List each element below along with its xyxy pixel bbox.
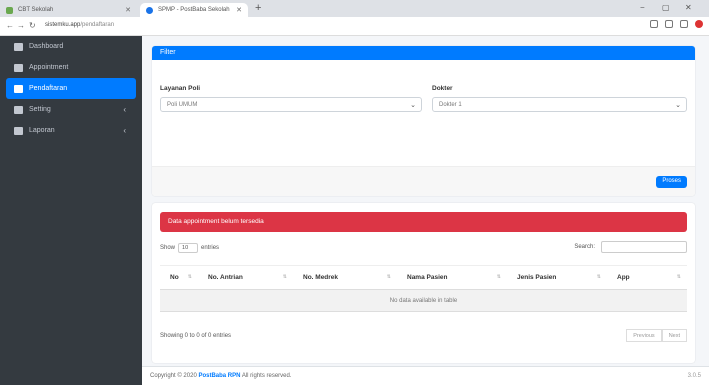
bookmark-icon[interactable] xyxy=(650,20,658,28)
sort-icon: ⇅ xyxy=(596,274,601,280)
empty-table-text: No data available in table xyxy=(160,289,687,312)
sidebar-item-label: Pendaftaran xyxy=(29,85,68,92)
new-tab-button[interactable]: + xyxy=(255,2,261,14)
document-icon xyxy=(14,63,23,72)
search-input[interactable] xyxy=(601,241,687,253)
close-window-icon[interactable]: ✕ xyxy=(685,3,692,12)
settings-icon xyxy=(14,105,23,114)
entries-select[interactable]: 10 xyxy=(178,243,199,253)
column-header-antrian[interactable]: No. Antrian ⇅ xyxy=(198,265,293,290)
sidebar-item-setting[interactable]: Setting ‹ xyxy=(6,99,136,120)
header-label: Jenis Pasien xyxy=(517,274,557,281)
search-label: Search: xyxy=(574,244,595,250)
show-label: Show xyxy=(160,245,176,251)
sort-icon: ⇅ xyxy=(496,274,501,280)
sort-icon: ⇅ xyxy=(386,274,391,280)
sort-icon: ⇅ xyxy=(676,274,681,280)
favicon-icon xyxy=(146,6,153,14)
dokter-select[interactable]: Dokter 1 ⌄ xyxy=(432,97,687,112)
table-row: No data available in table xyxy=(160,289,687,312)
previous-button[interactable]: Previous xyxy=(626,329,662,342)
sidebar-item-label: Appointment xyxy=(29,64,69,71)
url-field[interactable]: sistemku.app/pendaftaran xyxy=(45,22,114,28)
back-icon[interactable]: ← xyxy=(6,21,14,30)
maximize-icon[interactable]: ▢ xyxy=(662,3,670,12)
report-icon xyxy=(14,126,23,135)
column-header-nama[interactable]: Nama Pasien ⇅ xyxy=(397,265,507,290)
sidebar-item-laporan[interactable]: Laporan ‹ xyxy=(6,120,136,141)
pagination: Previous Next xyxy=(626,329,687,342)
table-info: Showing 0 to 0 of 0 entries xyxy=(160,333,232,339)
header-label: No xyxy=(170,274,179,281)
entries-label: entries xyxy=(201,245,220,251)
sidebar-item-appointment[interactable]: Appointment xyxy=(6,57,136,78)
entries-length: Show 10 entries xyxy=(160,243,219,253)
chevron-left-icon: ‹ xyxy=(123,105,126,114)
favicon-icon xyxy=(6,6,13,14)
appointment-table: No ⇅ No. Antrian ⇅ No. Medrek ⇅ Nama Pasien… xyxy=(160,265,687,312)
sort-icon: ⇅ xyxy=(282,274,287,280)
sidebar-item-label: Dashboard xyxy=(29,43,64,50)
rights-text: All rights reserved. xyxy=(241,373,292,379)
extensions-icon[interactable] xyxy=(665,20,673,28)
browser-tab-1[interactable]: CBT Sekolah ✕ xyxy=(0,3,137,17)
copyright-text: Copyright © 2020 xyxy=(150,373,197,379)
layanan-label: Layanan Poli xyxy=(160,85,201,92)
next-button[interactable]: Next xyxy=(661,329,687,342)
reload-icon[interactable]: ↻ xyxy=(29,21,36,30)
column-header-no[interactable]: No ⇅ xyxy=(160,265,198,290)
sidebar-item-dashboard[interactable]: Dashboard xyxy=(6,36,136,57)
column-header-app[interactable]: App ⇅ xyxy=(607,265,687,290)
chevron-down-icon: ⌄ xyxy=(410,102,416,109)
filter-card-title: Filter xyxy=(152,46,695,60)
header-label: App xyxy=(617,274,630,281)
profile-icon[interactable] xyxy=(695,20,703,28)
minimize-icon[interactable]: − xyxy=(640,3,645,12)
filter-card: Filter Layanan Poli Poli UMUM ⌄ Dokter D… xyxy=(152,46,695,196)
chevron-left-icon: ‹ xyxy=(123,126,126,135)
header-label: Nama Pasien xyxy=(407,274,448,281)
layanan-select[interactable]: Poli UMUM ⌄ xyxy=(160,97,422,112)
browser-tabbar: CBT Sekolah ✕ SPMP - PostBaba Sekolah ✕ … xyxy=(0,0,709,17)
browser-tab-2[interactable]: SPMP - PostBaba Sekolah ✕ xyxy=(140,3,248,17)
dashboard-icon xyxy=(14,42,23,51)
dokter-label: Dokter xyxy=(432,85,453,92)
sidebar-item-pendaftaran[interactable]: Pendaftaran xyxy=(6,78,136,99)
sidebar: Dashboard Appointment Pendaftaran Settin… xyxy=(0,36,142,385)
footer-brand-link[interactable]: PostBaba RPN xyxy=(198,373,240,379)
appointment-card: Data appointment belum tersedia Show 10 … xyxy=(152,203,695,363)
header-label: No. Medrek xyxy=(303,274,339,281)
header-label: No. Antrian xyxy=(208,274,243,281)
dokter-value: Dokter 1 xyxy=(439,102,462,108)
edit-icon xyxy=(14,84,23,93)
filter-card-footer: Proses xyxy=(152,166,695,196)
sidebar-item-label: Laporan xyxy=(29,127,55,134)
reading-list-icon[interactable] xyxy=(680,20,688,28)
address-bar: ← → ↻ sistemku.app/pendaftaran xyxy=(0,17,709,36)
sidebar-item-label: Setting xyxy=(29,106,51,113)
column-header-medrek[interactable]: No. Medrek ⇅ xyxy=(293,265,397,290)
table-search: Search: xyxy=(574,241,687,253)
tab-label: SPMP - PostBaba Sekolah xyxy=(158,7,230,13)
close-tab-icon[interactable]: ✕ xyxy=(125,6,131,14)
forward-icon[interactable]: → xyxy=(17,21,25,30)
close-tab-icon[interactable]: ✕ xyxy=(236,6,242,14)
tab-label: CBT Sekolah xyxy=(18,7,54,13)
main-content: Filter Layanan Poli Poli UMUM ⌄ Dokter D… xyxy=(142,36,709,385)
version-text: 3.0.5 xyxy=(687,373,701,379)
empty-alert: Data appointment belum tersedia xyxy=(160,212,687,232)
layanan-value: Poli UMUM xyxy=(167,102,198,108)
page-footer: Copyright © 2020 PostBaba RPN All rights… xyxy=(142,366,709,385)
sort-icon: ⇅ xyxy=(187,274,192,280)
url-host: sistemku.app xyxy=(45,22,81,28)
chevron-down-icon: ⌄ xyxy=(675,102,681,109)
column-header-jenis[interactable]: Jenis Pasien ⇅ xyxy=(507,265,607,290)
proses-button[interactable]: Proses xyxy=(656,176,687,188)
url-path: /pendaftaran xyxy=(80,22,115,28)
